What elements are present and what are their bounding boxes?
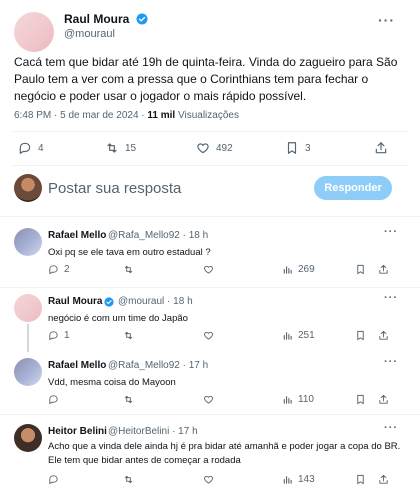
- more-icon[interactable]: ···: [378, 12, 395, 28]
- repost-icon: [107, 143, 117, 153]
- reply-count: 1: [64, 330, 70, 341]
- views-action[interactable]: 110: [282, 394, 314, 405]
- verified-badge-icon: [104, 297, 114, 307]
- main-tweet: Raul Moura @mouraul ··· Cacá tem que bid…: [0, 0, 420, 168]
- more-icon[interactable]: ···: [384, 422, 398, 434]
- reply-item[interactable]: Rafael Mello @Rafa_Mello92 · 17 h ··· Vd…: [0, 354, 420, 412]
- views-icon: [283, 332, 292, 340]
- reply-input[interactable]: Postar sua resposta: [48, 180, 181, 197]
- author-name[interactable]: Raul Moura: [64, 12, 129, 26]
- reply-handle: @Rafa_Mello92 · 17 h: [108, 360, 209, 371]
- author-handle[interactable]: @mouraul: [64, 28, 115, 40]
- views-count: 110: [298, 394, 314, 405]
- repost-icon[interactable]: [123, 474, 134, 485]
- repost-icon[interactable]: [123, 330, 134, 341]
- share-icon: [375, 142, 387, 154]
- divider: [12, 131, 408, 132]
- share-icon[interactable]: [378, 264, 389, 275]
- bookmark-count: 3: [305, 142, 311, 154]
- reply-avatar[interactable]: [14, 228, 42, 256]
- reply-text: Oxi pq se ele tava em outro estadual ?: [48, 247, 211, 258]
- repost-icon[interactable]: [123, 264, 134, 275]
- reply-submit-button[interactable]: Responder: [314, 176, 392, 200]
- reply-item[interactable]: Heitor Belini @HeitorBelini · 17 h ··· A…: [0, 420, 420, 495]
- reply-author[interactable]: Heitor Belini: [48, 426, 107, 437]
- reply-item[interactable]: Rafael Mello @Rafa_Mello92 · 18 h ··· Ox…: [0, 224, 420, 286]
- divider: [12, 165, 408, 166]
- share-icon[interactable]: [378, 330, 389, 341]
- views-action[interactable]: 251: [282, 330, 315, 341]
- share-icon[interactable]: [378, 394, 389, 405]
- like-icon[interactable]: [203, 394, 214, 405]
- reply-icon: [49, 265, 58, 275]
- more-icon[interactable]: ···: [384, 292, 398, 304]
- like-icon[interactable]: [203, 264, 214, 275]
- more-icon[interactable]: ···: [384, 356, 398, 368]
- reply-count: 2: [64, 264, 70, 275]
- reply-author[interactable]: Rafael Mello: [48, 230, 106, 241]
- reply-icon: [49, 475, 58, 485]
- views-icon: [283, 396, 292, 404]
- views-count: 251: [298, 330, 315, 341]
- like-icon[interactable]: [203, 474, 214, 485]
- reply-icon: [49, 331, 58, 341]
- divider: [0, 216, 420, 217]
- bookmark-icon[interactable]: [355, 330, 366, 341]
- like-action[interactable]: 492: [196, 141, 233, 155]
- views-count: 143: [298, 474, 315, 485]
- reply-avatar[interactable]: [14, 294, 42, 322]
- current-user-avatar: [14, 174, 42, 202]
- repost-action[interactable]: 15: [105, 141, 136, 155]
- reply-item[interactable]: Raul Moura @mouraul · 18 h ··· negócio é…: [0, 290, 420, 352]
- like-icon[interactable]: [203, 330, 214, 341]
- views-action[interactable]: 143: [282, 474, 315, 485]
- reply-avatar[interactable]: [14, 424, 42, 452]
- reply-author[interactable]: Rafael Mello: [48, 360, 106, 371]
- tweet-text: Cacá tem que bidar até 19h de quinta-fei…: [14, 55, 398, 103]
- bookmark-action[interactable]: 3: [285, 141, 311, 155]
- repost-icon[interactable]: [123, 394, 134, 405]
- repost-count: 15: [125, 142, 137, 154]
- reply-text: negócio é com um time do Japão: [48, 313, 188, 324]
- views-count: 11 mil: [147, 110, 176, 121]
- like-icon: [197, 143, 209, 154]
- reply-handle: @mouraul · 18 h: [118, 296, 193, 307]
- bookmark-icon: [287, 142, 297, 154]
- reply-handle: @Rafa_Mello92 · 18 h: [108, 230, 209, 241]
- views-action[interactable]: 269: [282, 264, 315, 275]
- reply-text: Vdd, mesma coisa do Mayoon: [48, 377, 176, 388]
- reply-handle: @HeitorBelini · 17 h: [108, 426, 198, 437]
- reply-action[interactable]: 2: [48, 264, 70, 275]
- reply-action[interactable]: 4: [18, 141, 44, 155]
- like-count: 492: [216, 142, 233, 154]
- bookmark-icon[interactable]: [355, 264, 366, 275]
- more-icon[interactable]: ···: [384, 226, 398, 238]
- author-avatar[interactable]: [14, 12, 54, 52]
- bookmark-icon[interactable]: [355, 474, 366, 485]
- reply-author[interactable]: Raul Moura: [48, 296, 102, 307]
- reply-action[interactable]: [48, 474, 64, 485]
- reply-icon: [49, 395, 58, 405]
- share-action[interactable]: [374, 141, 394, 155]
- views-count: 269: [298, 264, 315, 275]
- verified-badge-icon: [136, 13, 148, 25]
- bookmark-icon[interactable]: [355, 394, 366, 405]
- thread-line: [27, 324, 29, 352]
- views-icon: [283, 476, 292, 484]
- reply-action[interactable]: [48, 394, 64, 405]
- reply-count: 4: [38, 142, 44, 154]
- reply-avatar[interactable]: [14, 358, 42, 386]
- tweet-meta: 6:48 PM · 5 de mar de 2024 · 11 mil Visu…: [14, 110, 239, 121]
- share-icon[interactable]: [378, 474, 389, 485]
- tweet-timestamp[interactable]: 6:48 PM · 5 de mar de 2024 ·: [14, 110, 147, 121]
- reply-text: Acho que a vinda dele ainda hj é pra bid…: [48, 441, 401, 466]
- reply-icon: [19, 142, 31, 155]
- views-icon: [283, 266, 292, 274]
- divider: [0, 414, 420, 415]
- divider: [0, 287, 420, 288]
- views-label: Visualizações: [178, 110, 239, 121]
- reply-action[interactable]: 1: [48, 330, 70, 341]
